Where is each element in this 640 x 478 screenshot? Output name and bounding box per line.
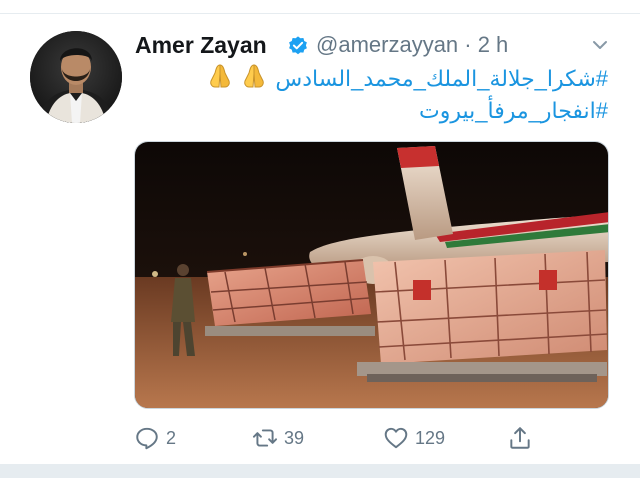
verified-badge-icon	[287, 35, 309, 57]
reply-count: 2	[166, 427, 177, 448]
retweet-count: 39	[284, 427, 305, 448]
heart-icon	[384, 427, 408, 449]
retweet-icon	[252, 429, 278, 447]
handle-and-time[interactable]: @amerzayyan · 2 h	[316, 30, 508, 60]
hashtag-beirut-port[interactable]: #انفجار_مرفأ_بيروت	[419, 98, 608, 123]
chevron-down-icon[interactable]	[591, 36, 609, 54]
share-button[interactable]	[507, 423, 533, 453]
tweet-card[interactable]: Amer Zayan @amerzayyan · 2 h #شكرا_جلالة…	[0, 14, 640, 466]
author-name[interactable]: Amer Zayan	[135, 30, 267, 60]
tweet-header: Amer Zayan @amerzayyan · 2 h	[135, 30, 615, 60]
folded-hands-icon	[205, 62, 235, 90]
like-button[interactable]: 129	[383, 423, 445, 453]
tweet-actions: 2 39 129	[134, 423, 609, 453]
folded-hands-icon	[239, 62, 269, 90]
retweet-button[interactable]: 39	[252, 423, 304, 453]
hashtag-thanks-king[interactable]: #شكرا_جلالة_الملك_محمد_السادس	[275, 66, 608, 91]
like-count: 129	[415, 427, 446, 448]
top-divider	[0, 0, 640, 14]
bottom-divider	[0, 464, 640, 478]
reply-button[interactable]: 2	[134, 423, 176, 453]
reply-icon	[136, 427, 158, 450]
tweet-text-line1: #شكرا_جلالة_الملك_محمد_السادس	[201, 62, 608, 92]
share-icon	[510, 427, 530, 449]
avatar[interactable]	[30, 31, 122, 123]
tweet-photo[interactable]	[134, 141, 609, 409]
tweet-text-line2: #انفجار_مرفأ_بيروت	[419, 98, 608, 124]
